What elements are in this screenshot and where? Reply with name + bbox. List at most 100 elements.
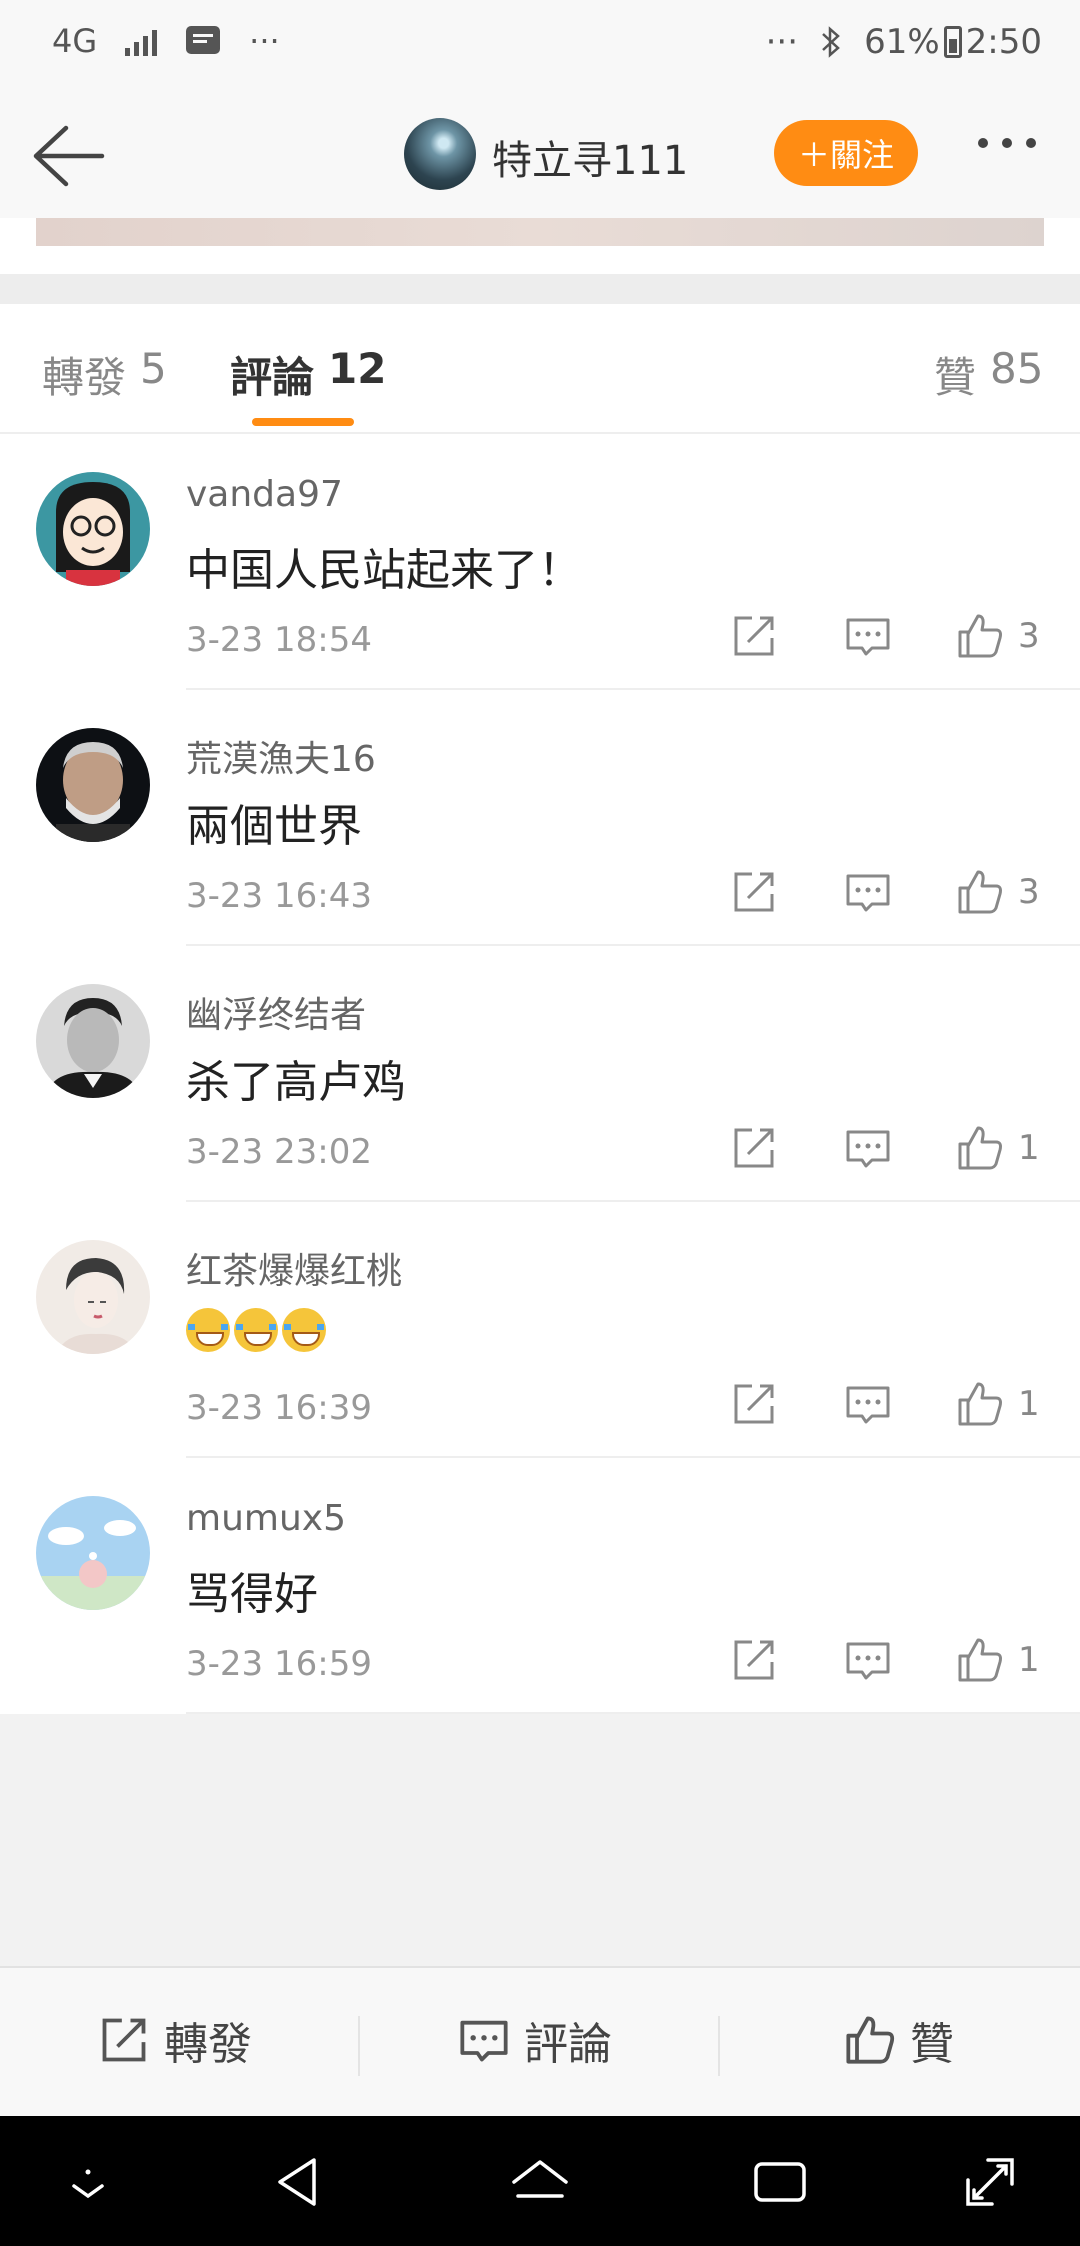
tab-likes[interactable]: 贊 85 [934, 344, 1043, 405]
system-nav-bar [0, 2116, 1080, 2246]
comment-emoji-text [186, 1302, 330, 1353]
avatar[interactable] [36, 1496, 150, 1610]
like-count: 3 [1018, 872, 1040, 912]
like-button[interactable]: 3 [956, 612, 1040, 660]
comment-item: vanda97 中国人民站起来了！ 3-23 18:54 3 [0, 434, 1080, 690]
comment-text: 骂得好 [186, 1569, 318, 1620]
share-icon[interactable] [730, 1636, 778, 1684]
message-icon [186, 26, 221, 54]
status-more: ··· [765, 22, 799, 62]
reply-icon[interactable] [844, 1124, 892, 1172]
like-label: 贊 [910, 2019, 954, 2070]
section-divider [0, 274, 1080, 304]
comment-item: 荒漠漁夫16 兩個世界 3-23 16:43 3 [0, 690, 1080, 946]
back-nav-icon[interactable] [268, 2150, 332, 2214]
laugh-cry-emoji-icon [186, 1308, 230, 1352]
active-tab-indicator [252, 418, 354, 426]
comment-text: 杀了高卢鸡 [186, 1057, 406, 1108]
avatar[interactable] [36, 472, 150, 586]
comment-username[interactable]: 荒漠漁夫16 [186, 730, 376, 782]
like-button[interactable]: 1 [956, 1124, 1040, 1172]
thumbs-up-icon [958, 1126, 1002, 1170]
reply-icon[interactable] [844, 1636, 892, 1684]
status-left: 4G ··· [52, 22, 280, 60]
thumbs-up-icon [846, 2016, 895, 2064]
like-button[interactable]: 1 [956, 1380, 1040, 1428]
tab-count: 5 [140, 344, 167, 393]
home-nav-icon[interactable] [508, 2150, 572, 2214]
tab-comments[interactable]: 評論 12 [230, 344, 386, 405]
thumbs-up-icon [958, 1382, 1002, 1426]
tab-count: 85 [990, 344, 1044, 393]
comment-list: vanda97 中国人民站起来了！ 3-23 18:54 3 荒漠漁夫16 兩個… [0, 434, 1080, 1714]
reply-icon[interactable] [844, 868, 892, 916]
header: 特立寻111 ＋關注 [0, 90, 1080, 218]
expand-icon[interactable] [958, 2150, 1022, 2214]
status-more: ··· [249, 22, 280, 60]
comment-label: 評論 [524, 2019, 612, 2070]
comment-time: 3-23 16:59 [186, 1644, 372, 1684]
recent-apps-icon[interactable] [748, 2150, 812, 2214]
comment-username[interactable]: 幽浮终结者 [186, 986, 366, 1038]
laugh-cry-emoji-icon [282, 1308, 326, 1352]
avatar[interactable] [36, 1240, 150, 1354]
comment-text: 中国人民站起来了！ [186, 545, 582, 596]
bottom-toolbar: 轉發 評論 贊 [0, 1966, 1080, 2116]
avatar[interactable] [404, 118, 476, 190]
share-icon[interactable] [730, 868, 778, 916]
divider [718, 2016, 720, 2076]
reply-icon [460, 2020, 508, 2062]
tab-label: 贊 [934, 353, 977, 402]
tab-label: 評論 [230, 353, 315, 402]
comment-button[interactable]: 評論 [458, 2008, 612, 2072]
comment-item: 红茶爆爆红桃 3-23 16:39 1 [0, 1202, 1080, 1458]
bluetooth-icon [822, 26, 840, 58]
battery-group: 61% 2:50 [864, 22, 1042, 62]
reply-icon[interactable] [844, 1380, 892, 1428]
tab-count: 12 [328, 344, 387, 393]
reply-icon[interactable] [844, 612, 892, 660]
avatar[interactable] [36, 984, 150, 1098]
like-button[interactable]: 3 [956, 868, 1040, 916]
share-icon [102, 2018, 146, 2062]
comment-username[interactable]: 红茶爆爆红桃 [186, 1242, 402, 1294]
share-icon[interactable] [730, 612, 778, 660]
comment-time: 3-23 23:02 [186, 1132, 372, 1172]
like-count: 1 [1018, 1384, 1040, 1424]
network-type: 4G [52, 22, 98, 60]
divider [358, 2016, 360, 2076]
divider [186, 1712, 1080, 1714]
battery-icon [943, 26, 962, 58]
thumbs-up-icon [958, 1638, 1002, 1682]
thumbs-up-icon [958, 614, 1002, 658]
comment-time: 3-23 18:54 [186, 620, 372, 660]
comment-time: 3-23 16:43 [186, 876, 372, 916]
like-count: 3 [1018, 616, 1040, 656]
post-image[interactable] [36, 218, 1044, 246]
repost-button[interactable]: 轉發 [98, 2008, 252, 2072]
battery-percent: 61% [864, 22, 940, 62]
comment-username[interactable]: vanda97 [186, 474, 343, 515]
share-icon[interactable] [730, 1124, 778, 1172]
thumbs-up-icon [958, 870, 1002, 914]
share-icon[interactable] [730, 1380, 778, 1428]
avatar[interactable] [36, 728, 150, 842]
like-button[interactable]: 贊 [844, 2008, 954, 2072]
comment-username[interactable]: mumux5 [186, 1498, 346, 1539]
hide-keyboard-icon[interactable] [56, 2150, 120, 2214]
more-options-icon[interactable] [978, 138, 1036, 148]
repost-label: 轉發 [164, 2019, 252, 2070]
laugh-cry-emoji-icon [234, 1308, 278, 1352]
back-arrow-icon[interactable] [26, 118, 106, 188]
comment-text: 兩個世界 [186, 801, 362, 852]
tab-label: 轉發 [42, 353, 127, 402]
follow-button[interactable]: ＋關注 [774, 120, 918, 186]
like-count: 1 [1018, 1128, 1040, 1168]
like-button[interactable]: 1 [956, 1636, 1040, 1684]
status-right: ··· 61% 2:50 [766, 22, 1042, 62]
tab-reposts[interactable]: 轉發 5 [42, 344, 167, 405]
tab-bar: 轉發 5 評論 12 贊 85 [0, 304, 1080, 434]
status-bar: 4G ··· ··· 61% 2:50 [0, 0, 1080, 90]
clock: 2:50 [965, 22, 1042, 62]
profile-name[interactable]: 特立寻111 [492, 128, 688, 186]
